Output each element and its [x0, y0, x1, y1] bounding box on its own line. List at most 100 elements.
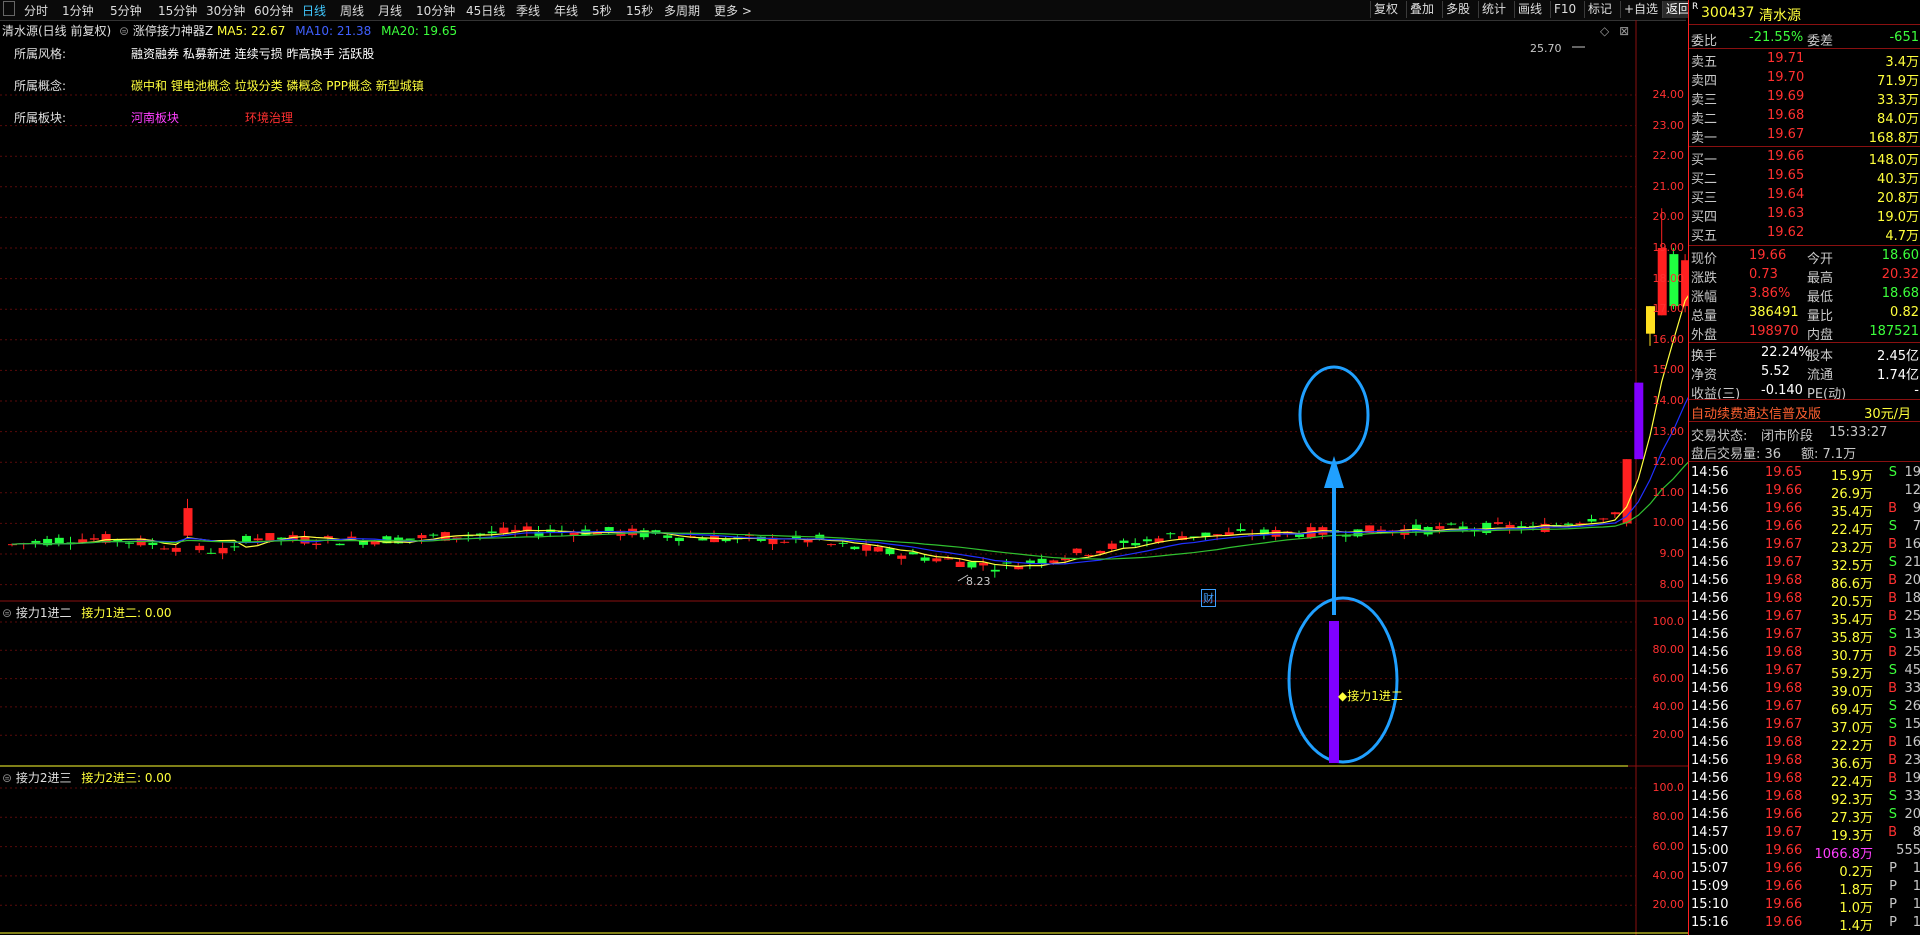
candle-body — [1493, 522, 1503, 524]
period-8[interactable]: 月线 — [378, 2, 402, 19]
price-axis-tick: 16.00 — [1652, 332, 1685, 346]
bid-volume: 20.8万 — [1877, 191, 1919, 206]
toolbar-btn-2[interactable]: 多股 — [1442, 1, 1473, 18]
candle-body — [873, 547, 883, 552]
tick-price: 19.66 — [1765, 915, 1803, 930]
panel2-toggle-icon[interactable]: ⊜ — [2, 771, 12, 785]
tick-time: 14:56 — [1691, 573, 1729, 588]
period-0[interactable]: 分时 — [24, 2, 48, 19]
tick-price: 19.67 — [1765, 663, 1803, 678]
tick-row: 14:56 19.67 35.8万 S 13 — [1689, 626, 1920, 646]
tick-side: B — [1888, 825, 1897, 840]
period-13[interactable]: 5秒 — [592, 2, 612, 19]
tick-row: 15:10 19.66 1.0万 P 1 — [1689, 896, 1920, 916]
tick-side: S — [1888, 555, 1897, 570]
period-4[interactable]: 30分钟 — [206, 2, 245, 19]
ask-volume: 84.0万 — [1877, 112, 1919, 127]
stat-label: 今开 — [1807, 252, 1834, 267]
stat2-label: 股本 — [1807, 349, 1834, 364]
tick-price: 19.66 — [1765, 861, 1803, 876]
candle-body — [31, 540, 41, 543]
bid-price: 19.66 — [1767, 149, 1805, 164]
tick-time: 15:00 — [1691, 843, 1729, 858]
panel1-header: ⊜ 接力1进二 接力1进二: 0.00 — [2, 604, 172, 621]
panel2-title[interactable]: 接力2进三 — [16, 771, 72, 785]
candle-body — [663, 535, 673, 538]
period-2[interactable]: 5分钟 — [110, 2, 142, 19]
tick-row: 14:56 19.66 22.4万 S 7 — [1689, 518, 1920, 538]
tick-price: 19.67 — [1765, 825, 1803, 840]
stat-label: 最低 — [1807, 290, 1834, 305]
trade-status-row: 交易状态: 闭市阶段 15:33:27 — [1689, 424, 1920, 444]
bid-price: 19.65 — [1767, 168, 1805, 183]
weibi-value: -21.55% — [1749, 30, 1804, 45]
bid-row: 买四 19.63 19.0万 — [1689, 205, 1920, 225]
panel1-axis-tick: 40.00 — [1652, 699, 1685, 713]
tick-price: 19.66 — [1765, 501, 1803, 516]
toolbar-btn-6[interactable]: 标记 — [1584, 1, 1615, 18]
finance-marker[interactable]: 财 — [1201, 589, 1216, 607]
period-11[interactable]: 季线 — [516, 2, 540, 19]
period-7[interactable]: 周线 — [340, 2, 364, 19]
tick-count: 1 — [1912, 861, 1920, 876]
tick-row: 14:56 19.66 26.9万 12 — [1689, 482, 1920, 502]
toolbar-btn-5[interactable]: F10 — [1550, 1, 1579, 18]
tick-row: 15:09 19.66 1.8万 P 1 — [1689, 878, 1920, 898]
tick-price: 19.68 — [1765, 735, 1803, 750]
panel1-axis-tick: 100.0 — [1652, 615, 1685, 628]
toolbar-btn-1[interactable]: 叠加 — [1406, 1, 1437, 18]
period-6[interactable]: 日线 — [302, 2, 326, 19]
stock-name: 清水源 — [1759, 8, 1801, 24]
tick-row: 15:00 19.66 1066.8万 555 — [1689, 842, 1920, 862]
price-axis-tick: 23.00 — [1652, 118, 1685, 132]
ask-label: 卖三 — [1691, 93, 1718, 108]
bid-price: 19.63 — [1767, 206, 1805, 221]
trade-time: 15:33:27 — [1829, 425, 1888, 440]
tick-count: 9 — [1912, 501, 1920, 516]
tick-time: 15:09 — [1691, 879, 1729, 894]
bid-label: 买二 — [1691, 172, 1718, 187]
period-10[interactable]: 45日线 — [466, 2, 505, 19]
period-1[interactable]: 1分钟 — [62, 2, 94, 19]
candle-body — [944, 558, 953, 560]
candle-body — [253, 538, 263, 541]
stat2-value: 2.45亿 — [1877, 349, 1919, 364]
candle-body — [487, 531, 497, 534]
ask-price: 19.70 — [1767, 70, 1805, 85]
stat-label: 涨跌 — [1691, 271, 1718, 286]
candle-body — [1564, 523, 1574, 525]
weicha-value: -651 — [1889, 30, 1919, 45]
candle-body — [1610, 512, 1620, 515]
toolbar-btn-4[interactable]: 画线 — [1514, 1, 1545, 18]
period-14[interactable]: 15秒 — [626, 2, 653, 19]
toolbar-btn-7[interactable]: +自选 — [1620, 1, 1661, 18]
ad-row[interactable]: 自动续费通达信普及版 30元/月 — [1689, 402, 1920, 422]
tick-row: 14:56 19.68 39.0万 B 33 — [1689, 680, 1920, 700]
bid-volume: 19.0万 — [1877, 210, 1919, 225]
tick-row: 14:56 19.67 59.2万 S 45 — [1689, 662, 1920, 682]
panel1-toggle-icon[interactable]: ⊜ — [2, 606, 12, 620]
tick-time: 14:56 — [1691, 501, 1729, 516]
period-9[interactable]: 10分钟 — [416, 2, 455, 19]
tick-count: 20 — [1904, 807, 1920, 822]
kline-chart[interactable] — [0, 20, 1688, 935]
toolbar-btn-0[interactable]: 复权 — [1370, 1, 1401, 18]
tick-row: 14:56 19.68 86.6万 B 20 — [1689, 572, 1920, 592]
ad-price[interactable]: 30元/月 — [1864, 403, 1911, 422]
ad-text[interactable]: 自动续费通达信普及版 — [1691, 403, 1821, 422]
period-15[interactable]: 多周期 — [664, 2, 700, 19]
after-hours-row: 盘后交易量: 36 额: 7.1万 — [1689, 442, 1920, 462]
panel1-title[interactable]: 接力1进二 — [16, 606, 72, 620]
period-3[interactable]: 15分钟 — [158, 2, 197, 19]
period-5[interactable]: 60分钟 — [254, 2, 293, 19]
tick-count: 18 — [1904, 591, 1920, 606]
period-12[interactable]: 年线 — [554, 2, 578, 19]
toolbar-btn-3[interactable]: 统计 — [1478, 1, 1509, 18]
panel2-axis-tick: 60.00 — [1652, 839, 1685, 853]
tick-time: 15:10 — [1691, 897, 1729, 912]
tick-side: S — [1888, 519, 1897, 534]
period-16[interactable]: 更多 > — [714, 2, 752, 19]
bid-label: 买五 — [1691, 229, 1718, 244]
menu-icon[interactable] — [3, 1, 15, 16]
candle-body — [1107, 543, 1117, 549]
